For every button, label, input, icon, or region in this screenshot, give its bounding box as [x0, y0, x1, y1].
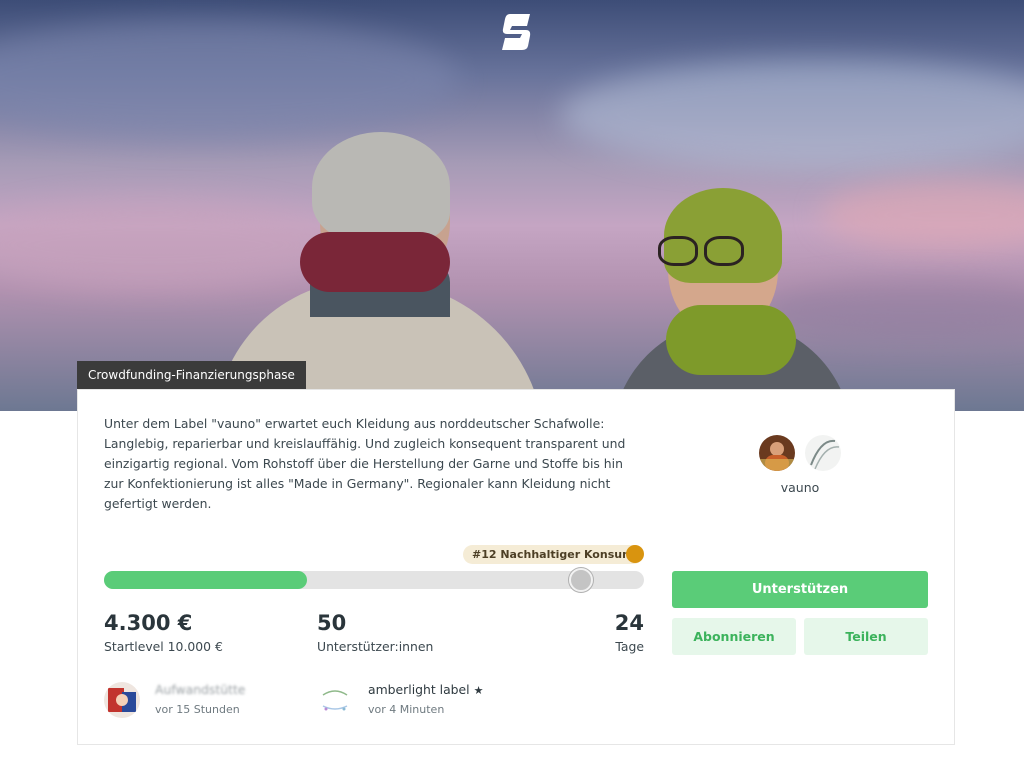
share-button[interactable]: Teilen	[804, 618, 928, 655]
days-label: Tage	[615, 639, 644, 654]
supporter-time: vor 15 Stunden	[155, 703, 240, 716]
ranking-badge[interactable]: #12 Nachhaltiger Konsum	[463, 545, 643, 564]
ranking-medal-icon	[626, 545, 644, 563]
funding-amount-label: Startlevel 10.000 €	[104, 639, 223, 654]
supporter-name[interactable]: Aufwandstütte	[155, 682, 245, 697]
project-description: Unter dem Label "vauno" erwartet euch Kl…	[104, 416, 626, 511]
creator-name[interactable]: vauno	[760, 480, 840, 495]
amberlight-label-text: amberlight label	[368, 682, 470, 697]
creator-avatar-1[interactable]	[759, 435, 795, 471]
funding-progress-fill	[104, 571, 307, 589]
supporters-count: 50	[317, 611, 347, 635]
phase-badge: Crowdfunding-Finanzierungsphase	[77, 361, 306, 389]
funding-progress-bar	[104, 568, 644, 592]
supporters-label: Unterstützer:innen	[317, 639, 434, 654]
days-remaining: 24	[614, 611, 644, 635]
amberlight-label-time: vor 4 Minuten	[368, 703, 445, 716]
subscribe-button[interactable]: Abonnieren	[672, 618, 796, 655]
star-icon: ★	[473, 684, 484, 697]
supporter-avatar[interactable]	[104, 682, 140, 718]
start-level-marker	[569, 568, 594, 592]
startnext-logo-icon[interactable]	[500, 12, 532, 52]
hero-image	[0, 0, 1024, 411]
support-button[interactable]: Unterstützen	[672, 571, 928, 608]
funding-amount: 4.300 €	[104, 611, 193, 635]
amberlight-label-name[interactable]: amberlight label ★	[368, 682, 483, 697]
amberlight-label-logo[interactable]	[317, 682, 353, 718]
creator-avatar-2[interactable]	[805, 435, 841, 471]
